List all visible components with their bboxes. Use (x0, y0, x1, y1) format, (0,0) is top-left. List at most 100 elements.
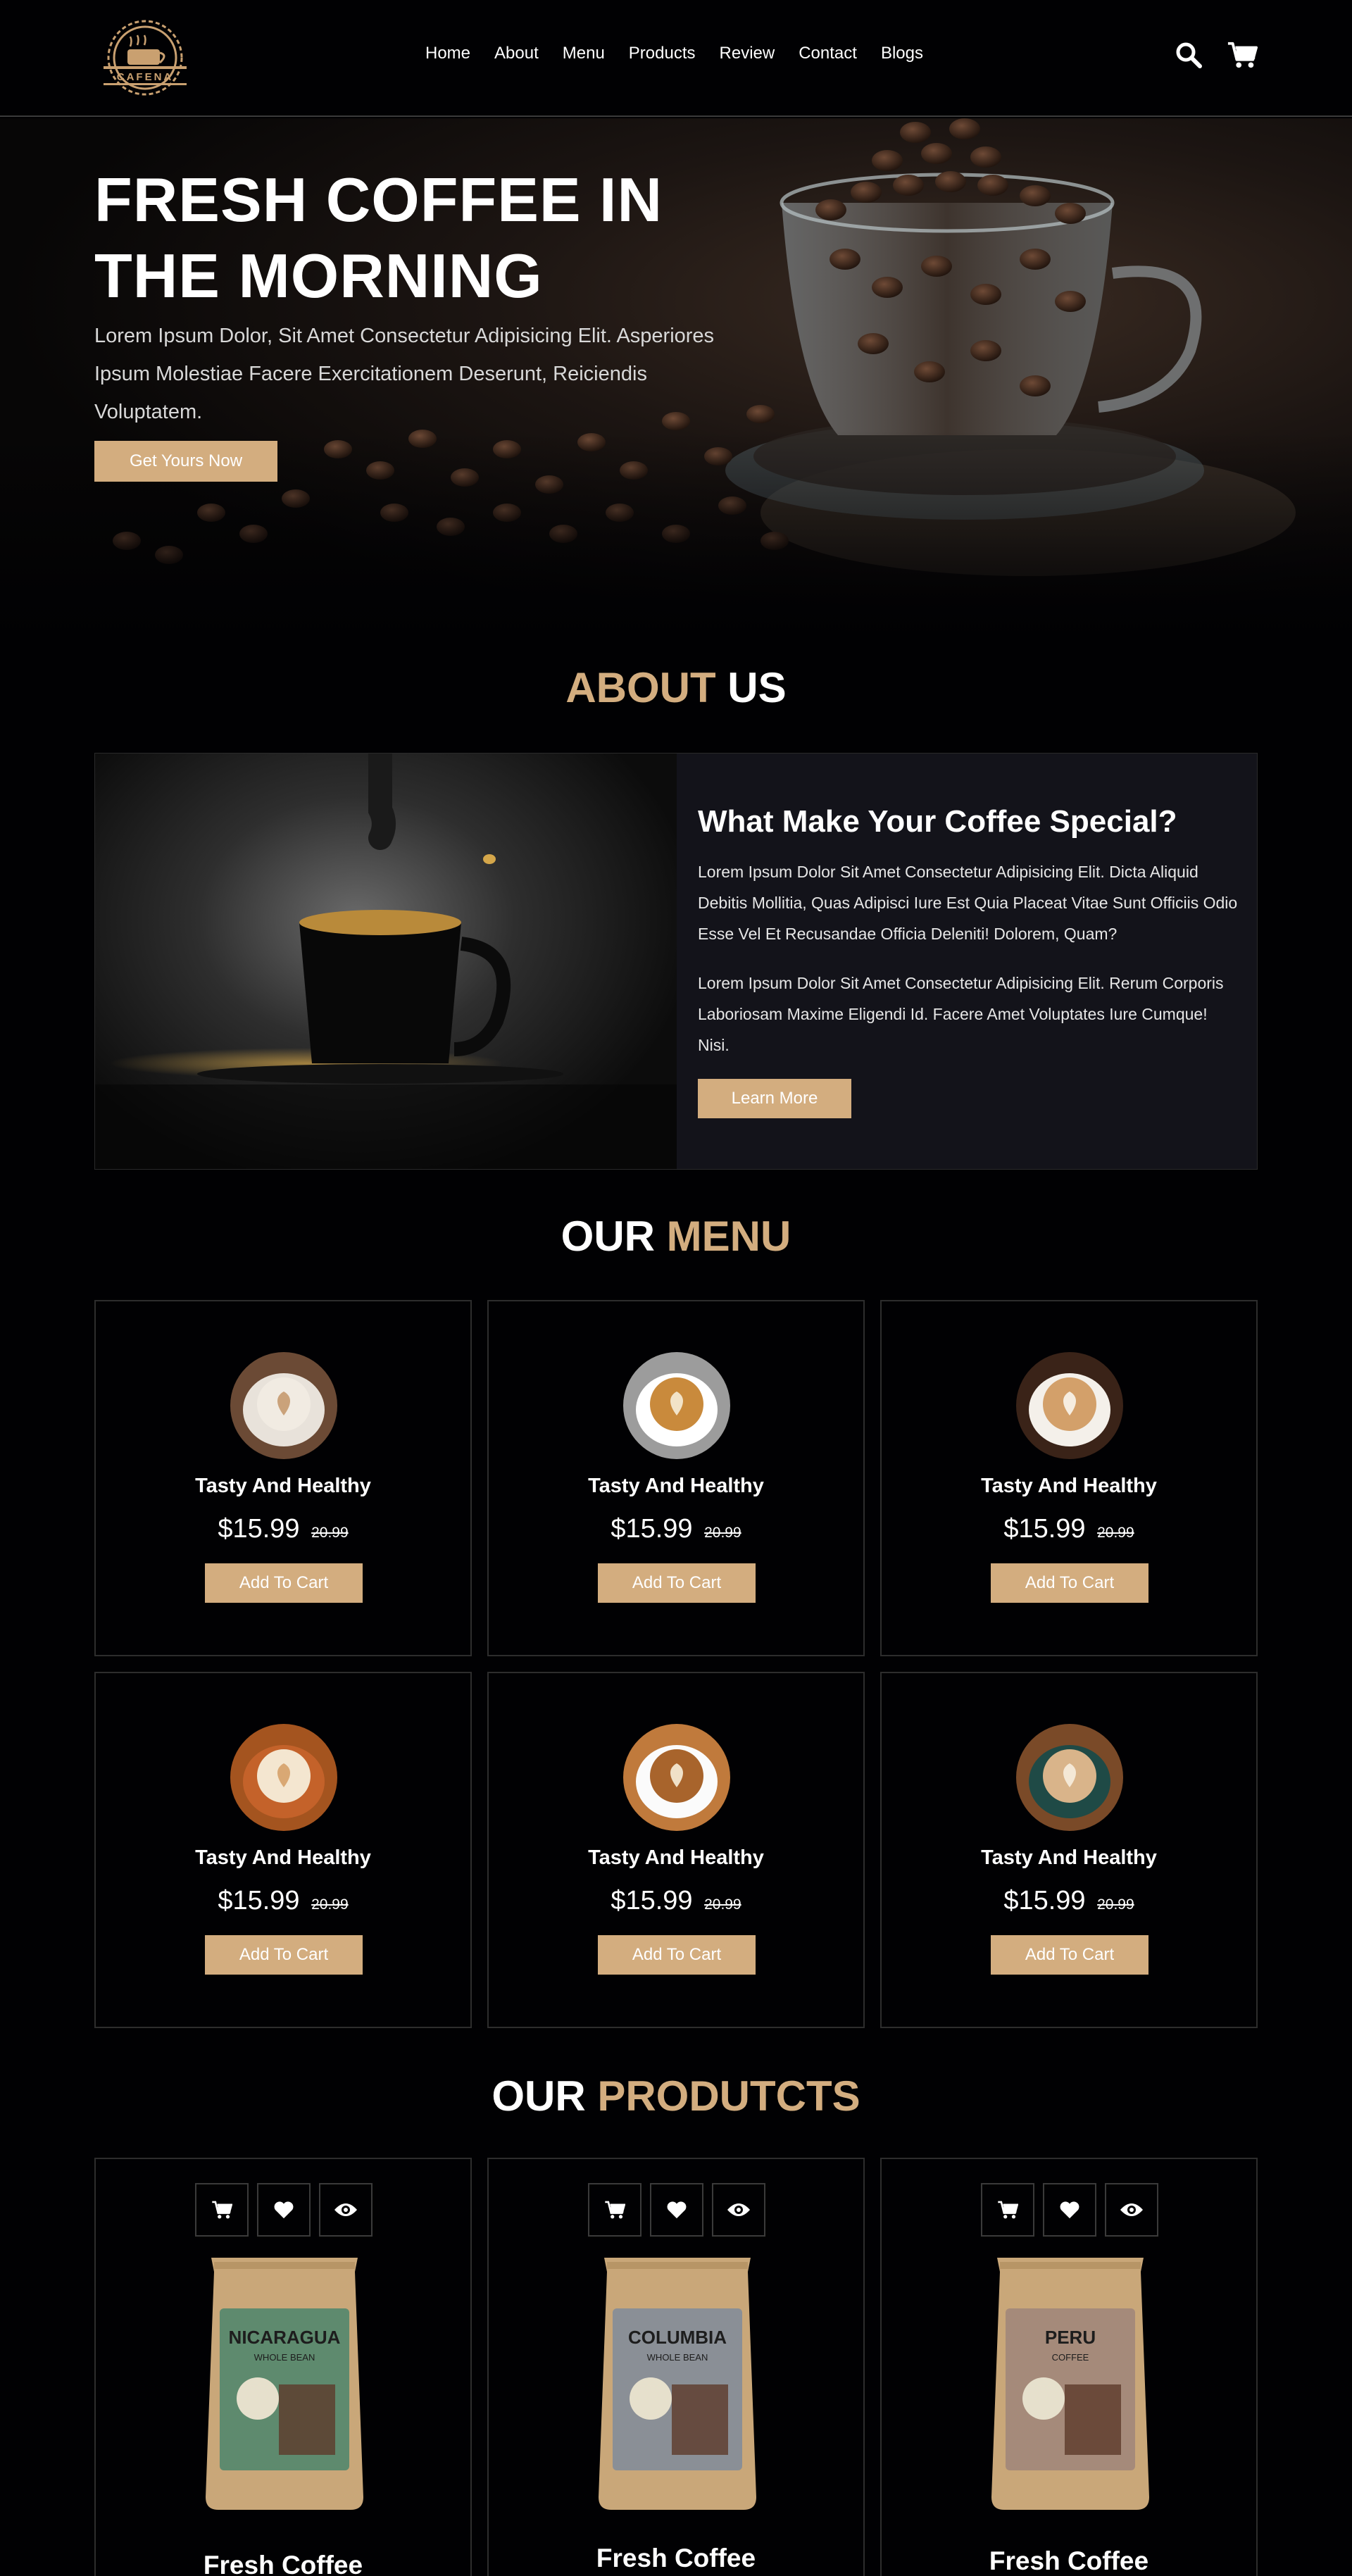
header-actions (1173, 39, 1258, 70)
menu-item-price: $15.99 20.99 (96, 1886, 470, 1916)
coffee-bag-image: COLUMBIA WHOLE BEAN (594, 2258, 760, 2513)
menu-item-old-price: 20.99 (704, 1525, 741, 1541)
menu-item-current-price: $15.99 (611, 1514, 693, 1544)
coffee-bag-image: NICARAGUA WHOLE BEAN (201, 2258, 368, 2513)
hero-title: FRESH COFFEE IN THE MORNING (94, 162, 728, 314)
menu-item-current-price: $15.99 (1003, 1514, 1086, 1544)
hero-section: FRESH COFFEE IN THE MORNING Lorem Ipsum … (0, 118, 1352, 639)
main-nav: Home About Menu Products Review Contact … (425, 44, 923, 63)
eye-icon[interactable] (712, 2183, 765, 2237)
hero-description: Lorem Ipsum Dolor, Sit Amet Consectetur … (94, 325, 715, 423)
search-icon[interactable] (1173, 39, 1204, 70)
product-name: Fresh Coffee (596, 2544, 756, 2572)
cart-icon[interactable] (1227, 39, 1258, 70)
products-title-rest: OUR (492, 2072, 598, 2120)
about-section-title: ABOUT US (0, 663, 1352, 712)
menu-card: Tasty And Healthy $15.99 20.99 Add To Cart (94, 1300, 472, 1656)
products-section-title: OUR PRODUTCTS (0, 2072, 1352, 2120)
about-card: What Make Your Coffee Special? Lorem Ips… (94, 753, 1258, 1170)
add-to-cart-button[interactable]: Add To Cart (991, 1935, 1148, 1975)
menu-item-current-price: $15.99 (1003, 1886, 1086, 1915)
hero-title-line1: FRESH COFFEE IN (94, 165, 663, 235)
product-actions (981, 2183, 1158, 2237)
cart-icon[interactable] (588, 2183, 641, 2237)
eye-icon[interactable] (319, 2183, 373, 2237)
nav-about[interactable]: About (494, 44, 539, 63)
menu-item-name: Tasty And Healthy (981, 1475, 1157, 1497)
bag-sublabel: WHOLE BEAN (647, 2352, 708, 2363)
menu-item-current-price: $15.99 (218, 1514, 300, 1544)
site-header: CAFENA Home About Menu Products Review C… (0, 0, 1352, 117)
coffee-bag-image: PERU COFFEE (987, 2258, 1153, 2513)
menu-item-name: Tasty And Healthy (588, 1846, 764, 1869)
menu-item-price: $15.99 20.99 (882, 1514, 1256, 1544)
learn-more-button[interactable]: Learn More (698, 1079, 851, 1118)
about-coffee-image (95, 754, 677, 1169)
cafena-logo[interactable]: CAFENA (94, 14, 196, 100)
about-content: What Make Your Coffee Special? Lorem Ips… (698, 804, 1240, 1118)
menu-item-old-price: 20.99 (311, 1896, 349, 1913)
menu-item-price: $15.99 20.99 (489, 1886, 863, 1916)
bag-label: NICARAGUA (229, 2327, 341, 2348)
about-paragraph-2: Lorem Ipsum Dolor Sit Amet Consectetur A… (698, 974, 1224, 1054)
menu-card: Tasty And Healthy $15.99 20.99 Add To Cart (487, 1672, 865, 2028)
menu-item-current-price: $15.99 (611, 1886, 693, 1915)
add-to-cart-button[interactable]: Add To Cart (205, 1563, 363, 1603)
menu-item-image (1016, 1352, 1123, 1459)
page: CAFENA Home About Menu Products Review C… (0, 0, 1352, 2576)
cart-icon[interactable] (195, 2183, 249, 2237)
add-to-cart-button[interactable]: Add To Cart (991, 1563, 1148, 1603)
nav-contact[interactable]: Contact (799, 44, 857, 63)
menu-item-current-price: $15.99 (218, 1886, 300, 1915)
menu-card: Tasty And Healthy $15.99 20.99 Add To Cart (880, 1300, 1258, 1656)
menu-item-image (230, 1352, 337, 1459)
add-to-cart-button[interactable]: Add To Cart (598, 1563, 756, 1603)
nav-review[interactable]: Review (720, 44, 775, 63)
product-card: COLUMBIA WHOLE BEAN Fresh Coffee (487, 2158, 865, 2576)
menu-item-old-price: 20.99 (704, 1896, 741, 1913)
menu-item-price: $15.99 20.99 (882, 1886, 1256, 1916)
bag-sublabel: COFFEE (1052, 2352, 1089, 2363)
about-title-accent: ABOUT (565, 664, 716, 711)
heart-icon[interactable] (650, 2183, 703, 2237)
nav-home[interactable]: Home (425, 44, 470, 63)
menu-section-title: OUR MENU (0, 1212, 1352, 1261)
nav-blogs[interactable]: Blogs (881, 44, 923, 63)
heart-icon[interactable] (257, 2183, 311, 2237)
menu-item-price: $15.99 20.99 (96, 1514, 470, 1544)
nav-products[interactable]: Products (629, 44, 696, 63)
product-name: Fresh Coffee (989, 2546, 1149, 2575)
about-title-rest: US (715, 664, 787, 711)
svg-text:CAFENA: CAFENA (117, 71, 174, 83)
menu-card: Tasty And Healthy $15.99 20.99 Add To Cart (880, 1672, 1258, 2028)
menu-item-name: Tasty And Healthy (195, 1846, 371, 1869)
hero-title-line2: THE MORNING (94, 241, 543, 311)
product-card: PERU COFFEE Fresh Coffee (880, 2158, 1258, 2576)
menu-item-name: Tasty And Healthy (981, 1846, 1157, 1869)
bag-label: COLUMBIA (628, 2327, 727, 2348)
bag-sublabel: WHOLE BEAN (254, 2352, 315, 2363)
cart-icon[interactable] (981, 2183, 1034, 2237)
menu-item-old-price: 20.99 (1097, 1896, 1134, 1913)
eye-icon[interactable] (1105, 2183, 1158, 2237)
menu-item-image (1016, 1724, 1123, 1831)
bag-label: PERU (1045, 2327, 1096, 2348)
product-name: Fresh Coffee (203, 2551, 363, 2576)
menu-card: Tasty And Healthy $15.99 20.99 Add To Cart (94, 1672, 472, 2028)
products-title-accent: PRODUTCTS (597, 2072, 860, 2120)
add-to-cart-button[interactable]: Add To Cart (598, 1935, 756, 1975)
get-yours-now-button[interactable]: Get Yours Now (94, 441, 277, 482)
heart-icon[interactable] (1043, 2183, 1096, 2237)
product-actions (195, 2183, 373, 2237)
add-to-cart-button[interactable]: Add To Cart (205, 1935, 363, 1975)
menu-item-image (230, 1724, 337, 1831)
nav-menu[interactable]: Menu (563, 44, 605, 63)
menu-item-old-price: 20.99 (1097, 1525, 1134, 1541)
about-heading: What Make Your Coffee Special? (698, 804, 1177, 839)
menu-item-name: Tasty And Healthy (588, 1475, 764, 1497)
menu-title-rest: OUR (561, 1213, 667, 1260)
menu-item-old-price: 20.99 (311, 1525, 349, 1541)
product-actions (588, 2183, 765, 2237)
about-paragraph-1: Lorem Ipsum Dolor Sit Amet Consectetur A… (698, 863, 1238, 943)
menu-item-image (623, 1724, 730, 1831)
